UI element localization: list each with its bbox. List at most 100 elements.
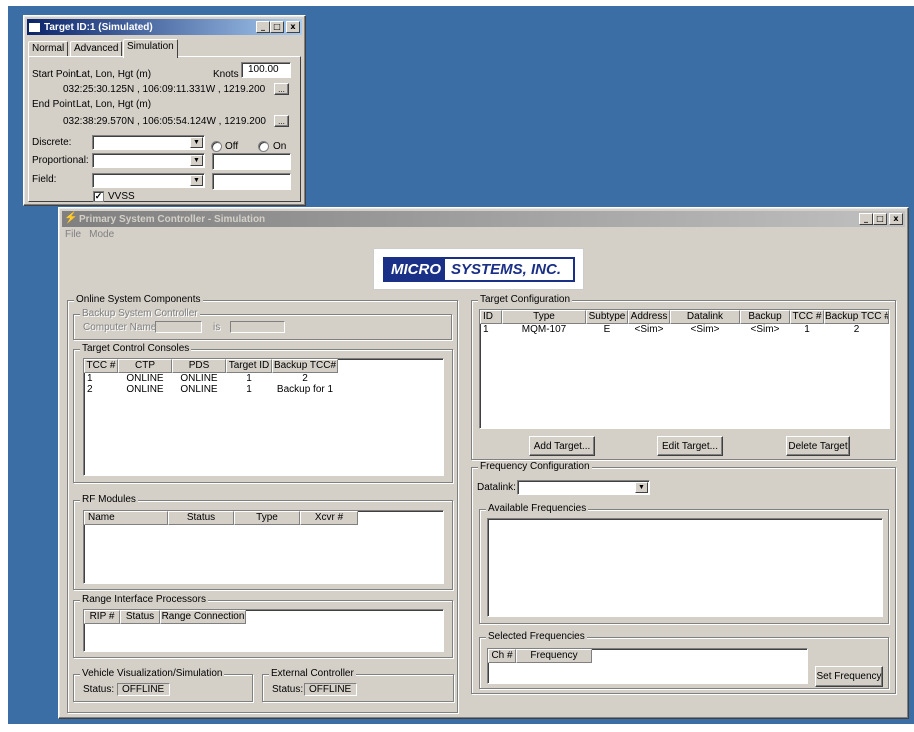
available-frequencies-list[interactable]: [487, 518, 883, 617]
rip-list[interactable]: RIP # Status Range Connection: [83, 609, 444, 652]
tab-simulation[interactable]: Simulation: [123, 39, 178, 58]
tcc-cell: 1: [246, 373, 252, 384]
end-point-value: 032:38:29.570N , 106:05:54.124W , 1219.2…: [63, 116, 266, 127]
start-point-value: 032:25:30.125N , 106:09:11.331W , 1219.2…: [63, 84, 266, 95]
selected-frequencies-list[interactable]: Ch # Frequency: [487, 648, 808, 684]
menu-mode[interactable]: Mode: [89, 229, 114, 241]
available-freq-label: Available Frequencies: [486, 503, 589, 515]
rip-col-status[interactable]: Status: [120, 610, 160, 624]
tgt-cell: <Sim>: [750, 324, 780, 335]
tcc-cell: Backup for 1: [276, 384, 334, 395]
edit-target-button[interactable]: Edit Target...: [657, 436, 723, 456]
chevron-down-icon[interactable]: ▼: [190, 155, 203, 166]
screen-border: [0, 724, 914, 732]
tgt-col-type[interactable]: Type: [502, 310, 586, 324]
tgt-col-backup[interactable]: Backup: [740, 310, 790, 324]
tcc-col-pds[interactable]: PDS: [172, 359, 226, 373]
target-titlebar[interactable]: Target ID:1 (Simulated) _ □ x: [27, 19, 302, 35]
proportional-value-input[interactable]: [212, 153, 291, 170]
rip-label: Range Interface Processors: [80, 594, 208, 606]
rf-col-type[interactable]: Type: [234, 511, 300, 525]
tcc-col-ctp[interactable]: CTP: [118, 359, 172, 373]
table-row[interactable]: 1 ONLINE ONLINE 1 2: [84, 373, 443, 384]
tgt-col-datalink[interactable]: Datalink: [670, 310, 740, 324]
on-radio[interactable]: [258, 141, 269, 152]
target-list[interactable]: ID Type Subtype Address Datalink Backup …: [479, 309, 890, 429]
online-components-label: Online System Components: [74, 294, 203, 306]
field-value-input[interactable]: [212, 173, 291, 190]
chevron-down-icon[interactable]: ▼: [190, 137, 203, 148]
maximize-button[interactable]: □: [873, 213, 887, 225]
tcc-col-target-id[interactable]: Target ID: [226, 359, 272, 373]
discrete-dropdown[interactable]: ▼: [92, 135, 205, 150]
window-icon: [29, 22, 40, 32]
rip-col-range[interactable]: Range Connection: [160, 610, 246, 624]
table-row[interactable]: 1 MQM-107 E <Sim> <Sim> <Sim> 1 2: [480, 324, 889, 335]
set-frequency-button[interactable]: Set Frequency: [815, 666, 883, 687]
menu-file[interactable]: File: [65, 229, 81, 241]
tgt-cell: <Sim>: [690, 324, 720, 335]
tgt-cell: 2: [853, 324, 860, 335]
tcc-list[interactable]: TCC # CTP PDS Target ID Backup TCC# 1 ON…: [83, 358, 444, 476]
discrete-label: Discrete:: [32, 137, 72, 148]
start-point-units: Lat, Lon, Hgt (m): [76, 69, 152, 80]
main-titlebar[interactable]: ⚡ Primary System Controller - Simulation…: [62, 211, 905, 227]
close-button[interactable]: x: [889, 213, 903, 225]
tcc-cell: 2: [87, 384, 93, 395]
tgt-col-id[interactable]: ID: [480, 310, 502, 324]
tgt-col-backup-tcc[interactable]: Backup TCC #: [824, 310, 889, 324]
vvss-checkbox[interactable]: ✓: [93, 191, 104, 202]
tgt-cell: E: [603, 324, 611, 335]
chevron-down-icon[interactable]: ▼: [190, 175, 203, 186]
vehicle-status-value: OFFLINE: [117, 683, 170, 696]
tab-normal[interactable]: Normal: [28, 41, 69, 57]
tgt-cell: 1: [804, 324, 810, 335]
knots-input[interactable]: 100.00: [241, 62, 291, 78]
sel-col-ch[interactable]: Ch #: [488, 649, 516, 663]
chevron-down-icon[interactable]: ▼: [635, 482, 648, 493]
rf-col-name[interactable]: Name: [84, 511, 168, 525]
tcc-cell: ONLINE: [180, 373, 218, 384]
rip-col-rip[interactable]: RIP #: [84, 610, 120, 624]
off-label: Off: [225, 141, 239, 152]
tcc-cell: 2: [302, 373, 308, 384]
datalink-label: Datalink:: [477, 482, 516, 493]
delete-target-button[interactable]: Delete Target: [786, 436, 850, 456]
add-target-button[interactable]: Add Target...: [529, 436, 595, 456]
end-point-browse-button[interactable]: ...: [274, 115, 289, 127]
end-point-label: End Point: [32, 99, 76, 110]
rf-modules-list[interactable]: Name Status Type Xcvr #: [83, 510, 444, 584]
selected-freq-label: Selected Frequencies: [486, 631, 587, 643]
tgt-col-address[interactable]: Address: [628, 310, 670, 324]
rf-col-status[interactable]: Status: [168, 511, 234, 525]
proportional-label: Proportional:: [32, 155, 89, 166]
computer-name-label: Computer Name:: [83, 322, 160, 333]
off-radio[interactable]: [211, 141, 222, 152]
field-dropdown[interactable]: ▼: [92, 173, 205, 188]
table-row[interactable]: 2 ONLINE ONLINE 1 Backup for 1: [84, 384, 443, 395]
tab-strip: Normal Advanced Simulation: [28, 39, 301, 58]
vehicle-label: Vehicle Visualization/Simulation: [80, 668, 225, 680]
tcc-label: Target Control Consoles: [80, 343, 192, 355]
target-window-title: Target ID:1 (Simulated): [44, 21, 153, 33]
minimize-button[interactable]: _: [256, 21, 270, 33]
proportional-dropdown[interactable]: ▼: [92, 153, 205, 168]
datalink-dropdown[interactable]: ▼: [517, 480, 650, 495]
start-point-label: Start Point: [32, 69, 79, 80]
tgt-col-tcc[interactable]: TCC #: [790, 310, 824, 324]
tab-advanced[interactable]: Advanced: [70, 41, 123, 57]
computer-name-field: [155, 321, 202, 333]
maximize-button[interactable]: □: [270, 21, 284, 33]
close-button[interactable]: x: [286, 21, 300, 33]
start-point-browse-button[interactable]: ...: [274, 83, 289, 95]
field-label: Field:: [32, 174, 57, 185]
lightning-icon: ⚡: [64, 212, 78, 224]
rf-col-xcvr[interactable]: Xcvr #: [300, 511, 358, 525]
sel-col-frequency[interactable]: Frequency: [516, 649, 592, 663]
tcc-col-backup[interactable]: Backup TCC#: [272, 359, 338, 373]
end-point-units: Lat, Lon, Hgt (m): [76, 99, 152, 110]
logo-micro: MICRO: [385, 259, 445, 280]
tcc-col-tcc[interactable]: TCC #: [84, 359, 118, 373]
tgt-col-subtype[interactable]: Subtype: [586, 310, 628, 324]
minimize-button[interactable]: _: [859, 213, 873, 225]
